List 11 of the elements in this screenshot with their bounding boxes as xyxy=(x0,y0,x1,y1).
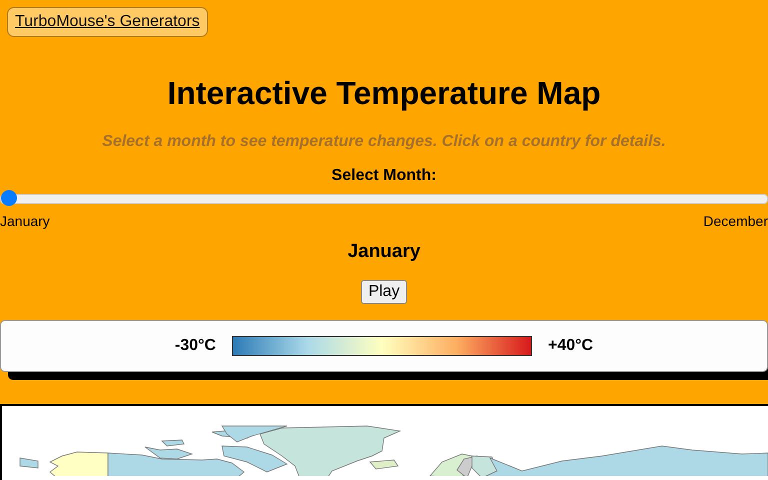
legend-max-label: +40°C xyxy=(548,337,594,355)
legend-min-label: -30°C xyxy=(174,337,216,355)
slider-thumb[interactable] xyxy=(1,190,17,206)
slider-label: Select Month: xyxy=(330,166,438,186)
max-month-label: December xyxy=(703,212,768,230)
subtitle: Select a month to see temperature changes. Click on a country for details. xyxy=(101,132,667,152)
min-month-label: January xyxy=(0,212,50,230)
current-month: January xyxy=(346,240,422,264)
generators-link[interactable]: TurboMouse's Generators xyxy=(7,7,208,37)
play-button[interactable]: Play xyxy=(361,280,407,304)
page-title: Interactive Temperature Map xyxy=(166,74,602,113)
